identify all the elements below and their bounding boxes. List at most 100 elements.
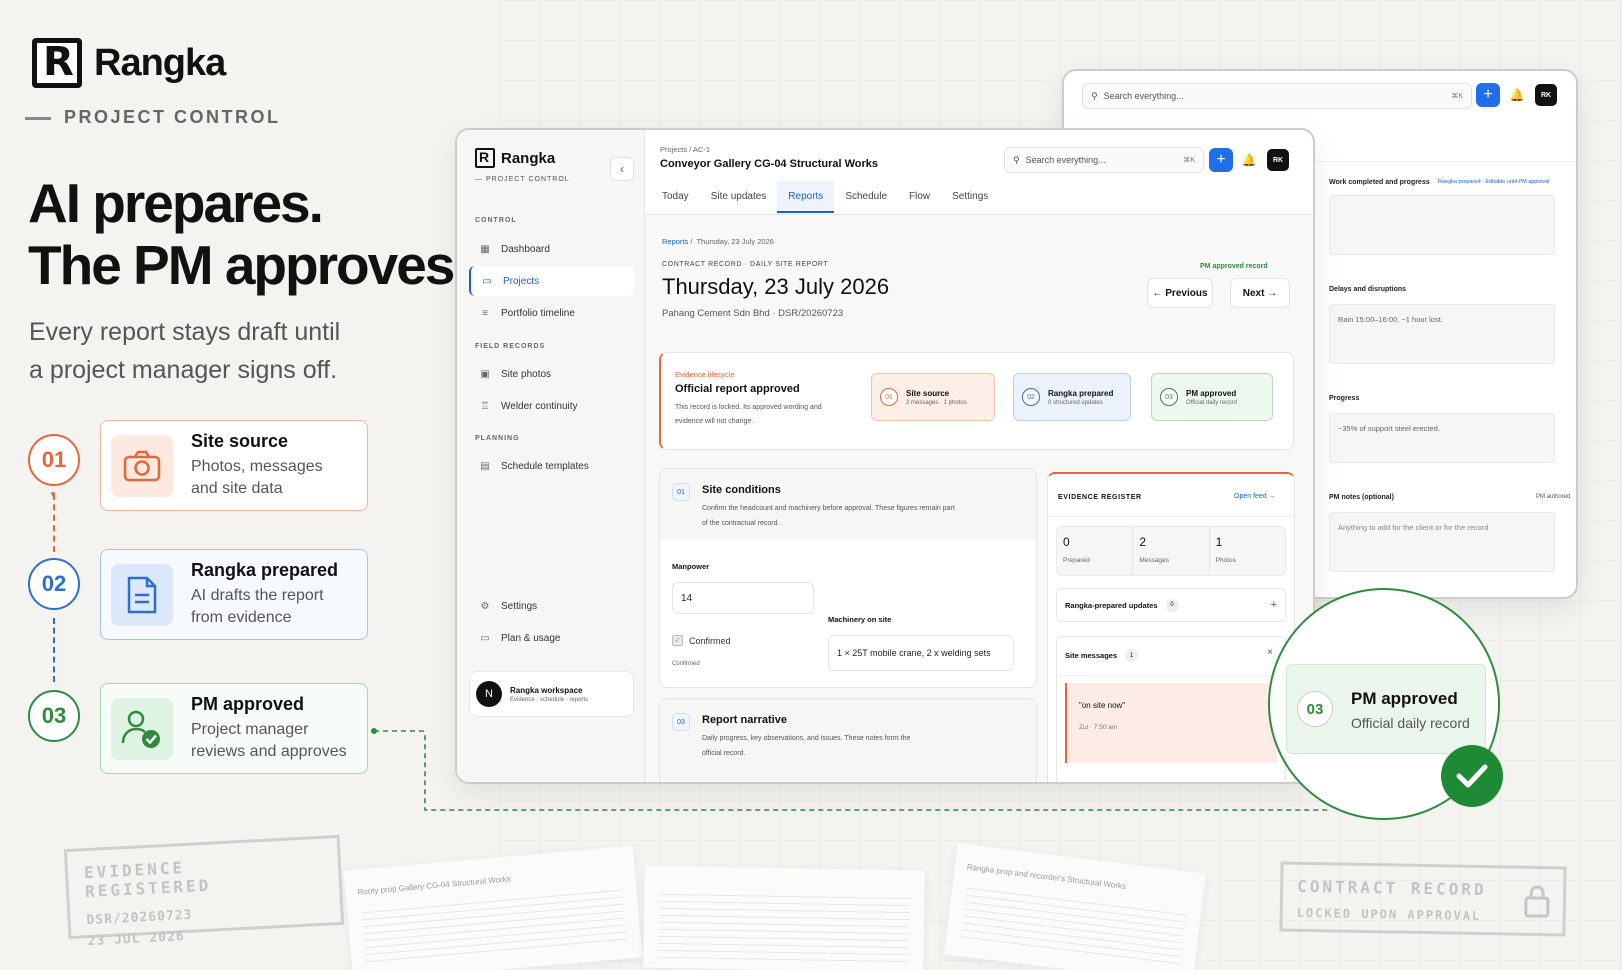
- lifecycle-desc: This record is locked. Its approved word…: [675, 401, 822, 429]
- manpower-input[interactable]: 14: [672, 582, 814, 614]
- work-label: Work completed and progress: [1329, 179, 1430, 186]
- lifecycle-desc-line: evidence will not change.: [675, 418, 754, 425]
- tab-bar: Today Site updates Reports Schedule Flow…: [651, 181, 999, 213]
- breadcrumb-reports[interactable]: Reports: [662, 237, 688, 246]
- chip-site-source: 01 Site source 2 messages · 1 photos: [871, 373, 995, 421]
- gear-icon: ⚙: [480, 600, 490, 612]
- tab-reports[interactable]: Reports: [777, 181, 835, 213]
- next-button[interactable]: Next →: [1230, 278, 1290, 308]
- section-desc-line: of the contractual record.: [702, 520, 780, 527]
- confirmed-checkbox-row[interactable]: ✓ Confirmed: [672, 635, 731, 646]
- grid-icon: ▦: [480, 243, 490, 255]
- workspace-switcher[interactable]: N Rangka workspace Evidence · schedule ·…: [469, 671, 634, 717]
- back-search-input[interactable]: ⚲ Search everything... ⌘K: [1082, 83, 1472, 109]
- sidebar-item-welder[interactable]: ♖ Welder continuity: [469, 391, 634, 421]
- search-placeholder: Search everything...: [1025, 155, 1106, 165]
- section-number: 01: [672, 483, 690, 501]
- chip-number: 01: [880, 388, 898, 406]
- chip-desc: 2 messages · 1 photos: [906, 399, 967, 406]
- zoom-number: 03: [1297, 691, 1333, 727]
- search-input[interactable]: ⚲ Search everything... ⌘K: [1004, 147, 1204, 173]
- divider: [1048, 516, 1296, 517]
- breadcrumb: Projects / AC-1: [660, 145, 710, 154]
- chip-desc: Official daily record: [1186, 399, 1237, 406]
- machinery-input[interactable]: 1 × 25T mobile crane, 2 x welding sets: [828, 635, 1014, 671]
- lock-icon: [1524, 885, 1550, 918]
- close-icon[interactable]: ×: [1267, 647, 1273, 658]
- tab-today[interactable]: Today: [651, 181, 700, 213]
- step-card-pm-approved: PM approved Project manager reviews and …: [100, 683, 368, 774]
- breadcrumb-date: Thursday, 23 July 2026: [696, 237, 774, 246]
- nav-label: Welder continuity: [501, 400, 578, 412]
- divider: [1057, 675, 1285, 676]
- tab-site-updates[interactable]: Site updates: [700, 181, 778, 213]
- delays-field[interactable]: Rain 15:00–16:00, ~1 hour lost.: [1329, 304, 1555, 364]
- hero-subtitle-line-1: Every report stays draft until: [29, 318, 341, 346]
- lifecycle-title: Official report approved: [675, 383, 800, 395]
- progress-field[interactable]: ~35% of support steel erected.: [1329, 413, 1555, 463]
- stat-messages: 2 Messages: [1133, 527, 1210, 575]
- stat-value: 0: [1063, 535, 1070, 549]
- breadcrumb-projects[interactable]: Projects: [660, 145, 687, 154]
- sidebar-item-dashboard[interactable]: ▦ Dashboard: [469, 234, 634, 264]
- notes-field[interactable]: Anything to add for the client or for th…: [1329, 512, 1555, 572]
- messages-header: Site messages 1: [1065, 649, 1139, 662]
- chip-desc: 0 structured updates: [1048, 399, 1103, 406]
- avatar[interactable]: RK: [1267, 149, 1289, 171]
- brand-logo: R Rangka: [32, 38, 226, 88]
- paper-lines: [360, 883, 628, 967]
- step-2-number: 02: [28, 558, 80, 610]
- brand-name: Rangka: [94, 41, 226, 84]
- message-item[interactable]: "on site now" Zul · 7:50 am: [1065, 683, 1277, 763]
- sidebar-item-portfolio[interactable]: ≡ Portfolio timeline: [469, 298, 634, 328]
- notes-tag: PM authored: [1536, 494, 1571, 500]
- add-button[interactable]: +: [1209, 148, 1233, 172]
- add-button[interactable]: +: [1476, 83, 1500, 107]
- report-breadcrumb: Reports / Thursday, 23 July 2026: [662, 237, 774, 246]
- chip-pm-approved: 03 PM approved Official daily record: [1151, 373, 1273, 421]
- sidebar-logo: R Rangka: [475, 148, 555, 168]
- previous-button[interactable]: ← Previous: [1147, 278, 1213, 308]
- confirmed-caption: Confirmed: [672, 661, 700, 667]
- shortcut-hint: ⌘K: [1183, 157, 1195, 164]
- lifecycle-card: Evidence lifecycle Official report appro…: [659, 352, 1294, 450]
- sidebar-item-templates[interactable]: ▤ Schedule templates: [469, 451, 634, 481]
- card-icon: ▭: [480, 632, 490, 644]
- report-kicker: CONTRACT RECORD · DAILY SITE REPORT: [662, 261, 829, 268]
- evidence-stamp: EVIDENCE REGISTERED DSR/20260723 23 JUL …: [63, 834, 345, 949]
- sidebar-item-plan[interactable]: ▭ Plan & usage: [469, 623, 634, 653]
- section-control: CONTROL: [475, 217, 517, 224]
- updates-label: Rangka-prepared updates: [1065, 600, 1158, 610]
- open-feed-link[interactable]: Open feed →: [1234, 493, 1276, 500]
- collapse-sidebar-button[interactable]: ‹: [610, 157, 634, 181]
- messages-count: 1: [1125, 649, 1139, 662]
- sidebar-item-settings[interactable]: ⚙ Settings: [469, 591, 634, 621]
- tab-settings[interactable]: Settings: [941, 181, 999, 213]
- hero-title-line-1: AI prepares.: [28, 172, 324, 234]
- messages-panel: Site messages 1 × "on site now" Zul · 7:…: [1056, 636, 1286, 782]
- status-badge: PM approved record: [1200, 263, 1268, 270]
- bell-icon[interactable]: 🔔: [1506, 84, 1528, 106]
- plus-icon[interactable]: +: [1271, 599, 1277, 611]
- arrow-down-icon: ▼: [49, 490, 57, 499]
- nav-label: Plan & usage: [501, 632, 561, 644]
- tab-schedule[interactable]: Schedule: [834, 181, 898, 213]
- hero-title: AI prepares. The PM approves.: [28, 172, 469, 296]
- tab-flow[interactable]: Flow: [898, 181, 941, 213]
- sidebar-item-projects[interactable]: ▭ Projects: [469, 266, 634, 296]
- checkbox-icon[interactable]: ✓: [672, 635, 683, 646]
- sidebar-item-site-photos[interactable]: ▣ Site photos: [469, 359, 634, 389]
- sidebar-brand: Rangka: [501, 149, 556, 167]
- hero-subtitle: Every report stays draft until a project…: [29, 313, 409, 389]
- stat-prepared: 0 Prepared: [1057, 527, 1134, 575]
- step-card-site-source: Site source Photos, messages and site da…: [100, 420, 368, 511]
- bell-icon[interactable]: 🔔: [1238, 149, 1260, 171]
- avatar[interactable]: RK: [1535, 84, 1557, 106]
- work-field[interactable]: [1329, 195, 1555, 255]
- step-desc: and site data: [191, 480, 283, 497]
- step-3-number: 03: [28, 690, 80, 742]
- nav-label: Schedule templates: [501, 460, 589, 472]
- section-desc: Confirm the headcount and machinery befo…: [702, 501, 955, 531]
- confirmed-label: Confirmed: [689, 635, 731, 646]
- updates-row[interactable]: Rangka-prepared updates 0 +: [1056, 588, 1286, 622]
